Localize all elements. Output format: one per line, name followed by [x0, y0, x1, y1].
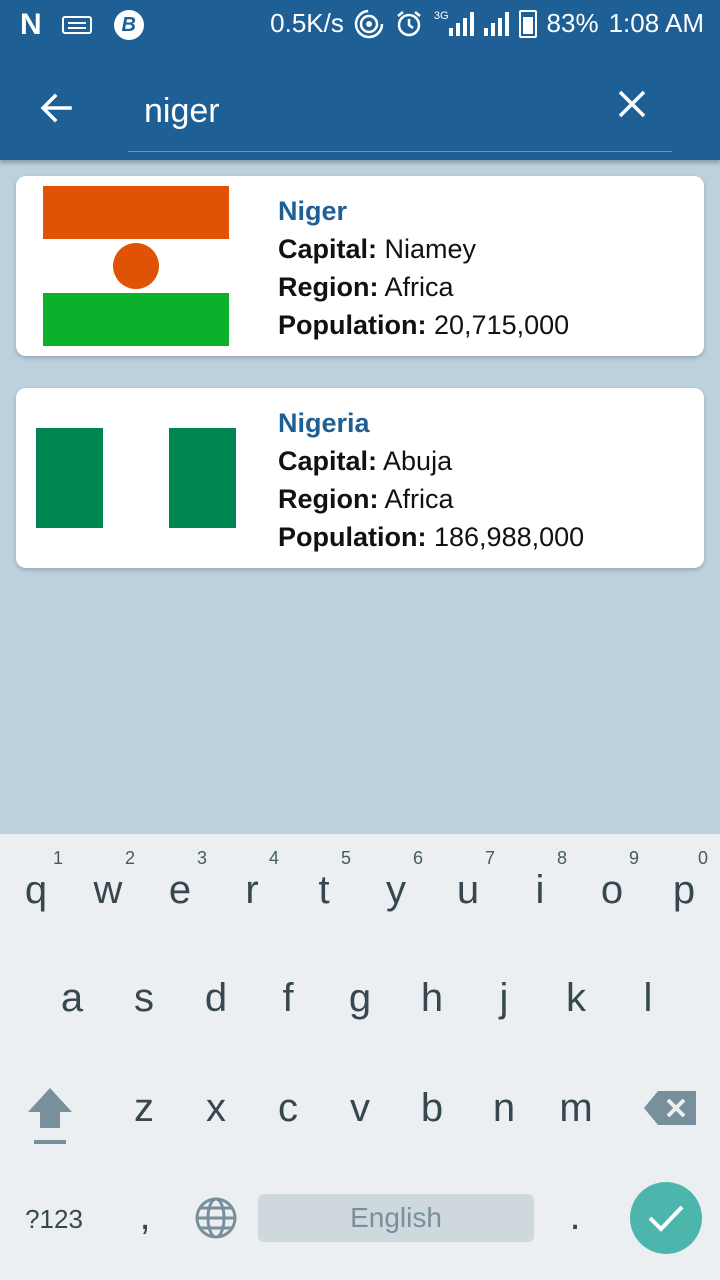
key-e[interactable]: e: [144, 868, 216, 913]
battery-level: 83%: [546, 8, 599, 38]
language-key[interactable]: [192, 1196, 240, 1250]
key-z[interactable]: z: [108, 1086, 180, 1131]
key-h[interactable]: h: [396, 976, 468, 1021]
search-toolbar: [0, 50, 720, 160]
keyboard-icon: [61, 16, 92, 34]
network-type: 3G: [433, 9, 449, 22]
key-hint: 9: [628, 848, 639, 868]
key-q[interactable]: q: [0, 868, 72, 913]
period-key[interactable]: .: [540, 1194, 610, 1239]
niger-flag: [43, 186, 229, 346]
key-m[interactable]: m: [540, 1086, 612, 1131]
backspace-key[interactable]: [632, 1090, 708, 1135]
key-k[interactable]: k: [540, 976, 612, 1021]
enter-key[interactable]: [630, 1182, 702, 1254]
key-hint: 4: [268, 848, 279, 868]
close-icon: [618, 90, 646, 118]
key-hint: 6: [412, 848, 423, 868]
key-o[interactable]: o: [576, 868, 648, 913]
globe-icon: [195, 1197, 237, 1239]
symbols-key[interactable]: ?123: [14, 1204, 94, 1235]
comma-key[interactable]: ,: [110, 1194, 180, 1239]
population-row: Population: 186,988,000: [278, 522, 585, 552]
key-a[interactable]: a: [36, 976, 108, 1021]
clear-search-button[interactable]: [606, 78, 658, 130]
key-g[interactable]: g: [324, 976, 396, 1021]
key-t[interactable]: t: [288, 868, 360, 913]
key-hint: 5: [340, 848, 351, 868]
country-card[interactable]: Nigeria Capital: Abuja Region: Africa Po…: [16, 388, 704, 568]
key-n[interactable]: n: [468, 1086, 540, 1131]
key-i[interactable]: i: [504, 868, 576, 913]
key-p[interactable]: p: [648, 868, 720, 913]
n-icon: N: [20, 8, 42, 41]
battery-charging-icon: [518, 9, 537, 38]
key-d[interactable]: d: [180, 976, 252, 1021]
country-card[interactable]: Niger Capital: Niamey Region: Africa Pop…: [16, 176, 704, 356]
network-speed: 0.5K/s: [270, 8, 344, 38]
capital-row: Capital: Niamey: [278, 234, 477, 264]
b-icon: B: [113, 10, 144, 40]
country-name: Nigeria: [278, 408, 370, 438]
hotspot-icon: [354, 9, 384, 39]
back-button[interactable]: [30, 82, 82, 134]
key-l[interactable]: l: [612, 976, 684, 1021]
key-u[interactable]: u: [432, 868, 504, 913]
region-row: Region: Africa: [278, 484, 454, 514]
key-hint: 7: [484, 848, 495, 868]
key-hint: 2: [124, 848, 135, 868]
shift-key[interactable]: [14, 1084, 86, 1154]
key-hint: 1: [52, 848, 63, 868]
key-b[interactable]: b: [396, 1086, 468, 1131]
status-bar: N B 0.5K/s 3G 83% 1:08 AM: [0, 0, 720, 50]
search-input[interactable]: [128, 72, 672, 152]
space-key[interactable]: English: [258, 1194, 534, 1242]
key-s[interactable]: s: [108, 976, 180, 1021]
country-name: Niger: [278, 196, 348, 226]
check-icon: [648, 1205, 684, 1232]
key-f[interactable]: f: [252, 976, 324, 1021]
key-hint: 0: [697, 848, 708, 868]
signal-icon: [483, 11, 509, 36]
key-x[interactable]: x: [180, 1086, 252, 1131]
capital-row: Capital: Abuja: [278, 446, 453, 476]
alarm-icon: [394, 9, 424, 39]
arrow-back-icon: [40, 93, 72, 123]
key-c[interactable]: c: [252, 1086, 324, 1131]
shift-icon: [28, 1088, 72, 1144]
key-hint: 8: [556, 848, 567, 868]
key-r[interactable]: r: [216, 868, 288, 913]
nigeria-flag: [36, 428, 236, 528]
region-row: Region: Africa: [278, 272, 454, 302]
key-w[interactable]: w: [72, 868, 144, 913]
signal-icon: [448, 11, 474, 36]
backspace-icon: [644, 1091, 696, 1125]
population-row: Population: 20,715,000: [278, 310, 570, 340]
clock: 1:08 AM: [608, 8, 704, 38]
key-y[interactable]: y: [360, 868, 432, 913]
key-v[interactable]: v: [324, 1086, 396, 1131]
key-j[interactable]: j: [468, 976, 540, 1021]
key-hint: 3: [196, 848, 207, 868]
soft-keyboard: 1 2 3 4 5 6 7 8 9 0 q w e r t y u i o p …: [0, 834, 720, 1280]
